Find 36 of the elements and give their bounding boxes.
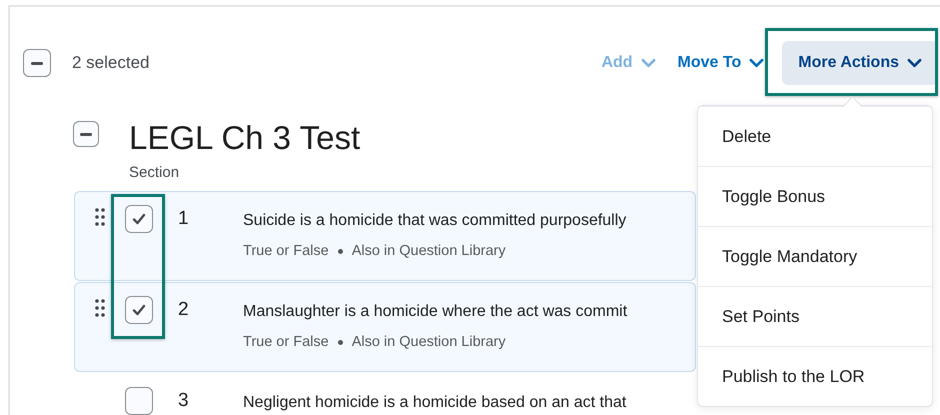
drag-handle-icon[interactable] [95, 208, 105, 226]
collapse-all-button[interactable] [23, 49, 51, 77]
check-icon [132, 213, 146, 225]
chevron-down-icon [907, 58, 922, 68]
question-row[interactable]: 1 Suicide is a homicide that was committed purposefully True or False Also in Question Library [74, 191, 696, 281]
question-text: Negligent homicide is a homicide based on an act that [243, 394, 626, 412]
section-title: LEGL Ch 3 Test [129, 118, 360, 158]
menu-item[interactable]: Publish to the LOR [698, 346, 932, 406]
question-type: True or False [243, 334, 329, 350]
question-checkbox[interactable] [125, 205, 153, 233]
menu-item[interactable]: Toggle Bonus [698, 166, 932, 226]
library-note: Also in Question Library [352, 243, 506, 259]
selection-count: 2 selected [72, 53, 150, 73]
check-icon [132, 304, 146, 316]
question-checkbox[interactable] [125, 387, 153, 415]
bullet-icon [338, 340, 343, 344]
chevron-down-icon [640, 58, 656, 68]
section-label: Section [129, 164, 180, 181]
question-row[interactable]: 2 Manslaughter is a homicide where the act was commit True or False Also in Question Library [74, 282, 696, 372]
question-number: 3 [178, 390, 190, 412]
menu-item[interactable]: Toggle Mandatory [698, 226, 932, 286]
question-checkbox[interactable] [125, 296, 153, 324]
question-text: Manslaughter is a homicide where the act was commit [243, 303, 628, 321]
question-text: Suicide is a homicide that was committed purposefully [243, 212, 626, 230]
menu-item[interactable]: Set Points [698, 286, 932, 346]
toolbar-dropdown-button[interactable]: Move To [670, 44, 772, 82]
question-number: 2 [178, 299, 190, 321]
library-note: Also in Question Library [352, 334, 506, 350]
chevron-down-icon [749, 58, 764, 68]
bullet-icon [338, 248, 343, 254]
question-type: True or False [243, 243, 329, 259]
question-row[interactable]: 3 Negligent homicide is a homicide based on an act that [74, 373, 696, 415]
drag-handle-icon[interactable] [95, 299, 105, 317]
collapse-section-button[interactable] [73, 121, 99, 147]
menu-item[interactable]: Delete [698, 106, 932, 166]
question-number: 1 [178, 208, 190, 230]
